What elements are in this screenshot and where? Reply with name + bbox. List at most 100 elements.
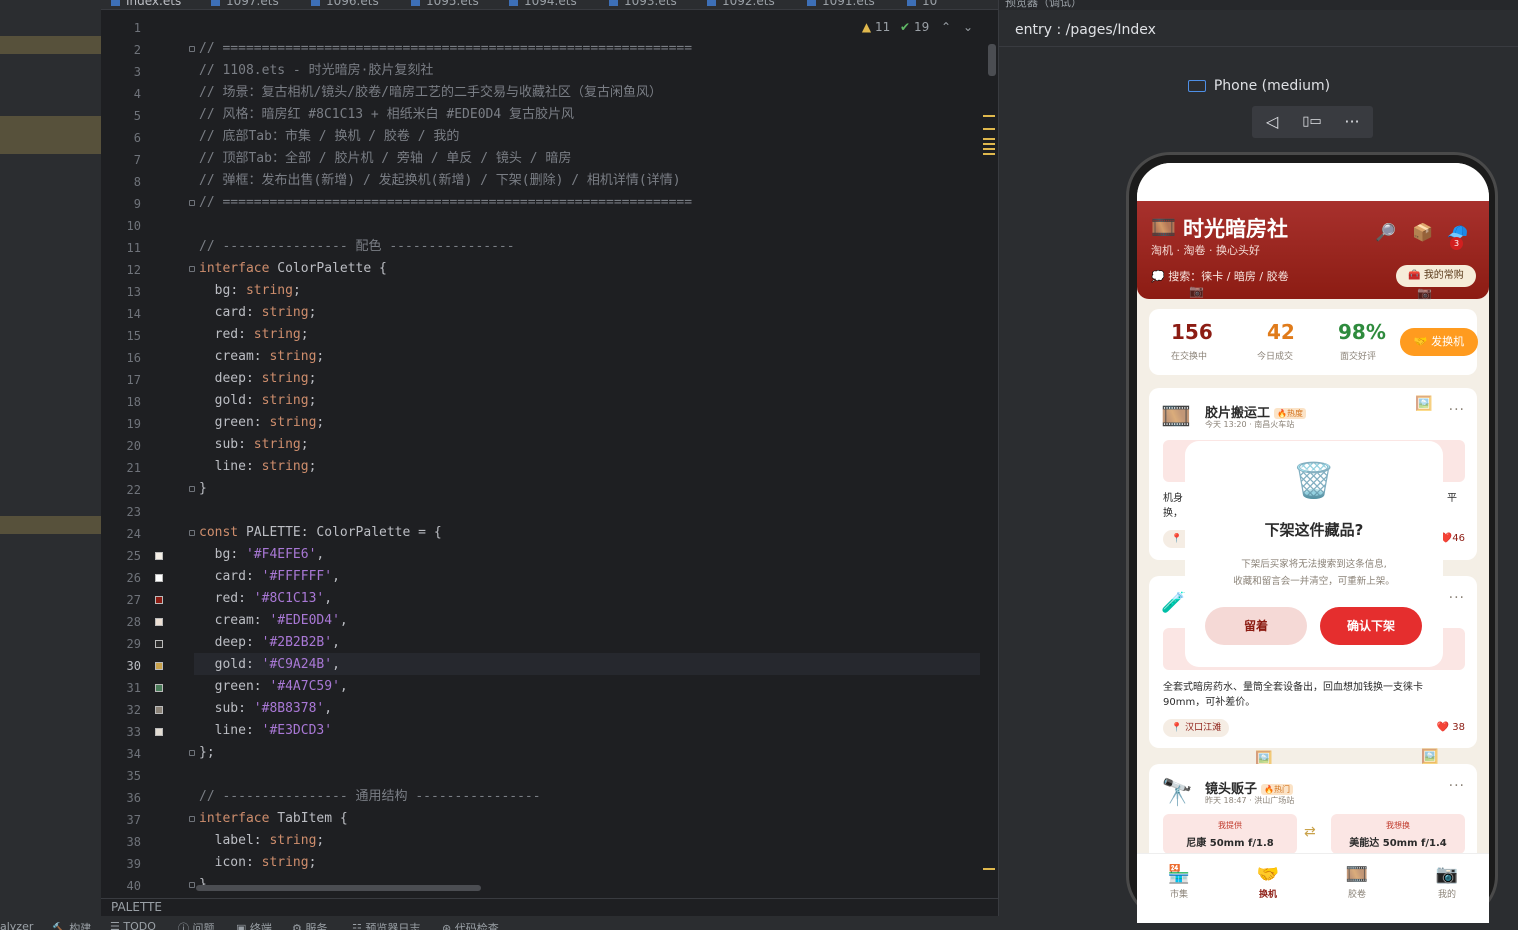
tab-label: 1096.ets [326,0,379,8]
fold-marker-icon[interactable] [189,200,195,206]
check-icon: ✔ [900,20,911,34]
code-line: green: string; [214,415,325,430]
toolbar-strip [0,0,101,10]
usual-purchase-button[interactable]: 🧰 我的常购 [1396,265,1476,287]
file-icon [211,0,220,6]
panel-highlight [0,516,101,534]
error-stripe[interactable] [980,10,998,898]
rotate-button[interactable]: ▯▭ [1292,106,1332,138]
toolwindow-icon: ☰ [110,920,120,930]
package-icon[interactable]: 📦 [1412,223,1433,243]
fold-marker-icon[interactable] [189,882,195,888]
photo-sticker-icon: 🖼️ [1415,396,1433,412]
delist-dialog: 🗑️ 下架这件藏品? 下架后买家将无法搜索到这条信息, 收藏和留言会一并清空，可… [1185,441,1443,667]
line-number: 9 [133,197,141,211]
back-button[interactable]: ◁ [1252,106,1292,138]
line-number: 19 [126,417,141,431]
editor-tab[interactable]: Index.ets [111,0,181,9]
editor-tab[interactable]: 1097.ets [211,0,279,9]
line-number: 37 [126,813,141,827]
editor-tab[interactable]: 1095.ets [411,0,479,9]
color-swatch[interactable] [155,596,163,604]
telescope-icon: 🔭 [1161,778,1194,808]
color-swatch[interactable] [155,662,163,670]
fold-marker-icon[interactable] [189,530,195,536]
line-number: 22 [126,483,141,497]
more-icon[interactable]: ··· [1449,778,1465,794]
editor-tab[interactable]: 10 [907,0,937,9]
warning-count: 11 [874,20,891,34]
color-swatch[interactable] [155,552,163,560]
chevron-up-icon[interactable]: ⌃ [941,20,951,34]
editor-tab[interactable]: 1094.ets [509,0,577,9]
location-chip: 📍 汉口江滩 [1163,719,1230,737]
tab-mine[interactable]: 📷 我的 [1417,864,1477,900]
file-icon [707,0,716,6]
toolwindow-button[interactable]: alyzer [0,920,33,930]
toolwindow-button[interactable]: ⊛ 代码检查 [442,920,499,930]
code-line: line: '#E3DCD3' [214,723,333,738]
check-count: 19 [913,20,930,34]
toolwindow-button[interactable]: ☷ 预览器日志 [352,920,420,930]
toolwindow-label: 终端 [249,922,272,930]
code-editor[interactable]: Index.ets 1097.ets 1096.ets 1095.ets 1094.et… [101,0,998,898]
more-icon[interactable]: ··· [1449,402,1465,418]
code-content[interactable]: // =====================================… [199,10,989,898]
dialog-text: 收藏和留言会一并清空，可重新上架。 [1233,576,1395,587]
code-line: // 1108.ets - 时光暗房·胶片复刻社 [199,63,434,78]
app-screen: 🎞️ 时光暗房社 淘机 · 淘卷 · 换心头好 🔎 📦 🧢 3 💭 搜索：徕卡 … [1137,163,1489,923]
toolwindow-button[interactable]: ⓘ 问题 [178,920,215,930]
preview-controls: ◁ ▯▭ ··· [1252,106,1373,138]
line-number: 39 [126,857,141,871]
magnifier-icon[interactable]: 🔎 [1375,223,1396,243]
toolwindow-button[interactable]: 🔨 构建 [52,920,91,930]
toolwindow-icon: ▣ [236,922,247,930]
fold-marker-icon[interactable] [189,816,195,822]
editor-tab[interactable]: 1092.ets [707,0,775,9]
confirm-delist-button[interactable]: 确认下架 [1320,607,1422,645]
editor-tab[interactable]: 1096.ets [311,0,379,9]
tab-market[interactable]: 🏪 市集 [1149,864,1209,900]
device-selector[interactable]: Phone (medium) [999,78,1518,94]
more-button[interactable]: ··· [1332,106,1372,138]
toolwindow-icon: ⊛ [442,922,452,930]
horizontal-scrollbar[interactable] [196,885,481,891]
store-icon: 🏪 [1167,864,1191,885]
color-swatch[interactable] [155,684,163,692]
editor-tab[interactable]: 1091.ets [807,0,875,9]
more-icon[interactable]: ··· [1449,590,1465,606]
like-count[interactable]: ❤️46 [1440,533,1465,544]
film-icon: 🎞️ [1345,864,1369,885]
toolwindow-button[interactable]: ☰ TODO [110,920,156,930]
fold-marker-icon[interactable] [189,46,195,52]
line-number: 40 [126,879,141,893]
line-number: 36 [126,791,141,805]
tab-swap[interactable]: 🤝 换机 [1238,864,1298,900]
chevron-down-icon[interactable]: ⌄ [963,20,973,34]
toolwindow-button[interactable]: ▣ 终端 [236,920,272,930]
like-count[interactable]: ❤️ 38 [1437,722,1465,733]
fold-marker-icon[interactable] [189,486,195,492]
inspection-widget[interactable]: ▲ 11 ✔ 19 ⌃ ⌄ [862,20,973,34]
search-bar[interactable]: 💭 搜索：徕卡 / 暗房 / 胶卷 [1151,268,1289,284]
tab-film[interactable]: 🎞️ 胶卷 [1327,864,1387,900]
toolwindow-label: TODO [123,920,156,930]
keep-button[interactable]: 留着 [1205,607,1307,645]
post-swap-button[interactable]: 🤝 发换机 [1400,328,1478,356]
color-swatch[interactable] [155,574,163,582]
line-number: 34 [126,747,141,761]
code-line: } [199,481,207,496]
tab-label: 我的 [1437,890,1456,900]
color-swatch[interactable] [155,618,163,626]
fold-marker-icon[interactable] [189,266,195,272]
vertical-scrollbar[interactable] [988,44,996,76]
toolwindow-button[interactable]: ⚙ 服务 [292,920,327,930]
line-number: 11 [126,241,141,255]
color-swatch[interactable] [155,640,163,648]
fold-marker-icon[interactable] [189,750,195,756]
code-line: // =====================================… [199,41,693,56]
color-swatch[interactable] [155,706,163,714]
editor-tab[interactable]: 1093.ets [609,0,677,9]
color-swatch[interactable] [155,728,163,736]
line-number: 38 [126,835,141,849]
